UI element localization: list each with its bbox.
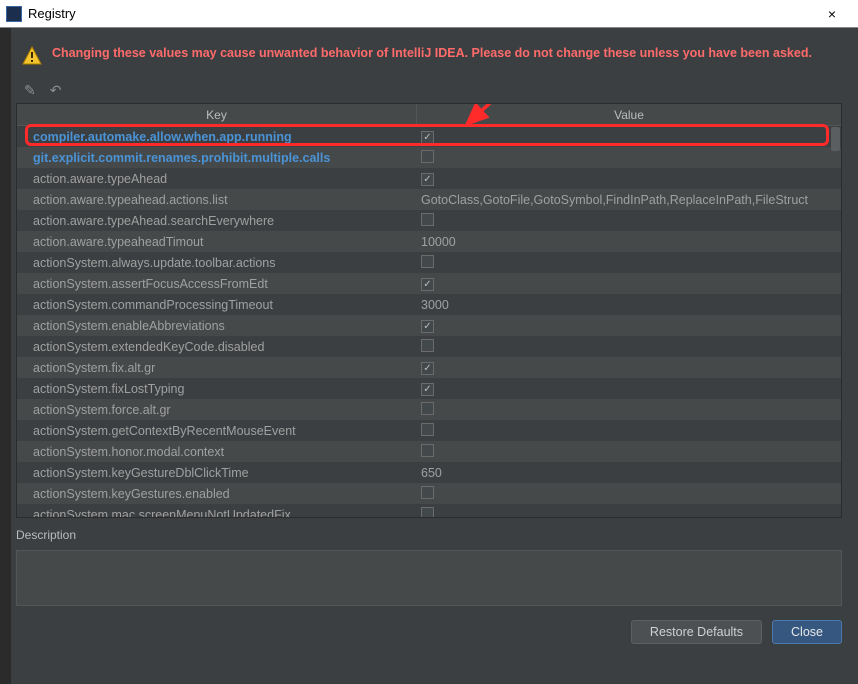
table-row[interactable]: actionSystem.always.update.toolbar.actio… [17, 252, 841, 273]
registry-value[interactable] [417, 255, 841, 271]
registry-value[interactable]: 650 [417, 466, 841, 480]
scrollbar-track[interactable] [831, 127, 840, 516]
value-checkbox[interactable] [421, 423, 434, 436]
table-row[interactable]: actionSystem.fixLostTyping ✓ [17, 378, 841, 399]
edit-icon[interactable]: ✎ [24, 82, 36, 99]
table-row[interactable]: actionSystem.enableAbbreviations ✓ [17, 315, 841, 336]
header-key[interactable]: Key [17, 104, 417, 125]
registry-value[interactable] [417, 486, 841, 502]
value-checkbox[interactable] [421, 486, 434, 499]
table-row[interactable]: actionSystem.mac.screenMenuNotUpdatedFix [17, 504, 841, 517]
registry-key: actionSystem.fix.alt.gr [17, 361, 417, 375]
table-row[interactable]: actionSystem.keyGestures.enabled [17, 483, 841, 504]
registry-value[interactable] [417, 423, 841, 439]
registry-value[interactable]: GotoClass,GotoFile,GotoSymbol,FindInPath… [417, 193, 841, 207]
registry-key: actionSystem.keyGestures.enabled [17, 487, 417, 501]
close-button[interactable]: Close [772, 620, 842, 644]
left-gutter [0, 28, 11, 684]
scrollbar-thumb[interactable] [831, 127, 840, 151]
registry-key: actionSystem.honor.modal.context [17, 445, 417, 459]
registry-key: actionSystem.getContextByRecentMouseEven… [17, 424, 417, 438]
registry-key: actionSystem.force.alt.gr [17, 403, 417, 417]
warning-icon [22, 46, 42, 69]
value-checkbox[interactable]: ✓ [421, 278, 434, 291]
table-row[interactable]: actionSystem.keyGestureDblClickTime650 [17, 462, 841, 483]
registry-key: actionSystem.commandProcessingTimeout [17, 298, 417, 312]
value-checkbox[interactable] [421, 402, 434, 415]
dialog-body: Changing these values may cause unwanted… [0, 28, 858, 684]
table-row[interactable]: action.aware.typeahead.actions.listGotoC… [17, 189, 841, 210]
warning-text: Changing these values may cause unwanted… [52, 46, 812, 60]
registry-key: action.aware.typeAhead [17, 172, 417, 186]
button-bar: Restore Defaults Close [16, 620, 842, 644]
close-icon[interactable]: × [812, 0, 852, 28]
restore-defaults-button[interactable]: Restore Defaults [631, 620, 762, 644]
value-checkbox[interactable] [421, 255, 434, 268]
table-row[interactable]: actionSystem.fix.alt.gr ✓ [17, 357, 841, 378]
registry-value[interactable]: ✓ [417, 276, 841, 292]
value-checkbox[interactable] [421, 213, 434, 226]
value-checkbox[interactable] [421, 150, 434, 163]
registry-key: compiler.automake.allow.when.app.running [17, 130, 417, 144]
registry-key: git.explicit.commit.renames.prohibit.mul… [17, 151, 417, 165]
description-label: Description [16, 528, 842, 542]
registry-key: actionSystem.mac.screenMenuNotUpdatedFix [17, 508, 417, 518]
table-row[interactable]: compiler.automake.allow.when.app.running… [17, 126, 841, 147]
registry-value[interactable] [417, 402, 841, 418]
titlebar: Registry × [0, 0, 858, 28]
table-body: compiler.automake.allow.when.app.running… [17, 126, 841, 517]
registry-key: actionSystem.extendedKeyCode.disabled [17, 340, 417, 354]
app-icon [6, 6, 22, 22]
table-row[interactable]: action.aware.typeAhead ✓ [17, 168, 841, 189]
registry-value[interactable]: ✓ [417, 171, 841, 187]
registry-value[interactable] [417, 507, 841, 518]
table-row[interactable]: actionSystem.commandProcessingTimeout300… [17, 294, 841, 315]
registry-key: action.aware.typeAhead.searchEverywhere [17, 214, 417, 228]
registry-key: actionSystem.enableAbbreviations [17, 319, 417, 333]
table-header: Key Value [17, 104, 841, 126]
registry-value[interactable]: ✓ [417, 381, 841, 397]
registry-value[interactable] [417, 444, 841, 460]
undo-icon[interactable]: ↶ [50, 82, 62, 99]
table-row[interactable]: actionSystem.force.alt.gr [17, 399, 841, 420]
table-row[interactable]: actionSystem.assertFocusAccessFromEdt ✓ [17, 273, 841, 294]
registry-value[interactable]: ✓ [417, 129, 841, 145]
table-row[interactable]: action.aware.typeaheadTimout10000 [17, 231, 841, 252]
value-checkbox[interactable]: ✓ [421, 131, 434, 144]
value-checkbox[interactable]: ✓ [421, 320, 434, 333]
registry-value[interactable] [417, 213, 841, 229]
registry-value[interactable]: 3000 [417, 298, 841, 312]
header-value[interactable]: Value [417, 104, 841, 125]
table-row[interactable]: git.explicit.commit.renames.prohibit.mul… [17, 147, 841, 168]
toolbar: ✎ ↶ [16, 81, 842, 103]
registry-value[interactable] [417, 150, 841, 166]
registry-key: actionSystem.fixLostTyping [17, 382, 417, 396]
description-area[interactable] [16, 550, 842, 606]
registry-table: Key Value compiler.automake.allow.when.a… [16, 103, 842, 518]
registry-value[interactable]: ✓ [417, 318, 841, 334]
registry-key: actionSystem.assertFocusAccessFromEdt [17, 277, 417, 291]
warning-banner: Changing these values may cause unwanted… [16, 46, 842, 69]
value-checkbox[interactable] [421, 444, 434, 457]
value-checkbox[interactable]: ✓ [421, 362, 434, 375]
table-row[interactable]: action.aware.typeAhead.searchEverywhere [17, 210, 841, 231]
value-checkbox[interactable] [421, 339, 434, 352]
registry-value[interactable]: ✓ [417, 360, 841, 376]
registry-key: actionSystem.always.update.toolbar.actio… [17, 256, 417, 270]
table-row[interactable]: actionSystem.getContextByRecentMouseEven… [17, 420, 841, 441]
registry-key: action.aware.typeaheadTimout [17, 235, 417, 249]
value-checkbox[interactable]: ✓ [421, 173, 434, 186]
registry-key: action.aware.typeahead.actions.list [17, 193, 417, 207]
table-row[interactable]: actionSystem.honor.modal.context [17, 441, 841, 462]
value-checkbox[interactable] [421, 507, 434, 518]
registry-value[interactable] [417, 339, 841, 355]
registry-key: actionSystem.keyGestureDblClickTime [17, 466, 417, 480]
registry-value[interactable]: 10000 [417, 235, 841, 249]
value-checkbox[interactable]: ✓ [421, 383, 434, 396]
window-title: Registry [28, 6, 812, 21]
table-row[interactable]: actionSystem.extendedKeyCode.disabled [17, 336, 841, 357]
